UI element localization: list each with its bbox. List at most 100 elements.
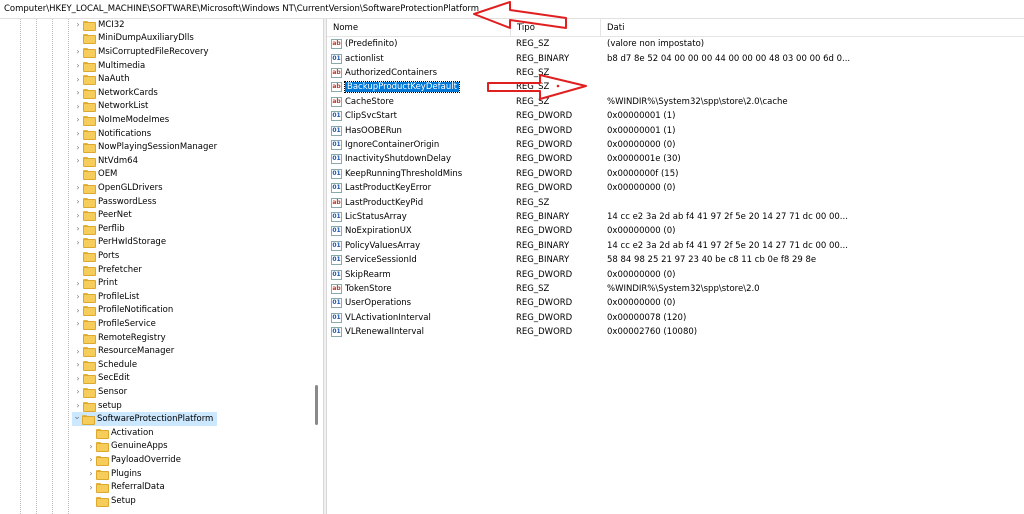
tree-item[interactable]: › ProfileNotification bbox=[73, 304, 173, 318]
tree-item[interactable]: › PayloadOverride bbox=[86, 453, 181, 467]
value-row[interactable]: 01 NoExpirationUX REG_DWORD 0x00000000 (0) bbox=[327, 224, 1024, 238]
tree-item[interactable]: › Sensor bbox=[73, 385, 127, 399]
registry-values-list[interactable]: Nome Tipo Dati ab (Predefinito) REG_SZ (val… bbox=[327, 19, 1024, 514]
chevron-right-icon[interactable]: › bbox=[73, 115, 83, 124]
value-row[interactable]: 01 InactivityShutdownDelay REG_DWORD 0x0000… bbox=[327, 152, 1024, 166]
tree-item[interactable]: MiniDumpAuxiliaryDlls bbox=[73, 32, 194, 46]
value-row[interactable]: 01 HasOOBERun REG_DWORD 0x00000001 (1) bbox=[327, 123, 1024, 137]
tree-item[interactable]: › MCI32 bbox=[73, 19, 125, 32]
value-row[interactable]: 01 UserOperations REG_DWORD 0x00000000 (0) bbox=[327, 296, 1024, 310]
tree-item[interactable]: › Perflib bbox=[73, 222, 125, 236]
chevron-right-icon[interactable]: › bbox=[73, 129, 83, 138]
tree-item[interactable]: › Schedule bbox=[73, 358, 137, 372]
value-name-cell[interactable]: 01 UserOperations bbox=[331, 296, 511, 310]
value-row[interactable]: 01 KeepRunningThresholdMins REG_DWORD 0x000… bbox=[327, 167, 1024, 181]
tree-item[interactable]: › setup bbox=[73, 399, 122, 413]
value-row[interactable]: 01 ServiceSessionId REG_BINARY 58 84 98 25 … bbox=[327, 253, 1024, 267]
tree-item[interactable]: › ReferralData bbox=[86, 480, 165, 494]
chevron-right-icon[interactable]: › bbox=[73, 387, 83, 396]
tree-item[interactable]: › ProfileService bbox=[73, 317, 156, 331]
tree-scrollbar[interactable] bbox=[313, 19, 321, 514]
tree-item[interactable]: › OpenGLDrivers bbox=[73, 181, 163, 195]
value-name-cell[interactable]: 01 LastProductKeyError bbox=[331, 181, 511, 195]
address-bar[interactable]: Computer\HKEY_LOCAL_MACHINE\SOFTWARE\Mic… bbox=[0, 0, 1024, 19]
address-path[interactable]: Computer\HKEY_LOCAL_MACHINE\SOFTWARE\Mic… bbox=[4, 4, 479, 14]
value-name-cell[interactable]: ab BackupProductKeyDefault bbox=[331, 80, 511, 94]
value-row[interactable]: 01 LicStatusArray REG_BINARY 14 cc e2 3a 2d… bbox=[327, 210, 1024, 224]
value-row[interactable]: 01 actionlist REG_BINARY b8 d7 8e 52 04 00 … bbox=[327, 51, 1024, 65]
tree-item[interactable]: ⌄ SoftwareProtectionPlatform bbox=[72, 412, 218, 426]
value-name-cell[interactable]: ab (Predefinito) bbox=[331, 37, 511, 51]
value-name-cell[interactable]: 01 SkipRearm bbox=[331, 267, 511, 281]
value-row[interactable]: 01 SkipRearm REG_DWORD 0x00000000 (0) bbox=[327, 267, 1024, 281]
value-row[interactable]: 01 IgnoreContainerOrigin REG_DWORD 0x000000… bbox=[327, 138, 1024, 152]
tree-item[interactable]: Prefetcher bbox=[73, 263, 142, 277]
chevron-down-icon[interactable]: ⌄ bbox=[72, 412, 82, 422]
tree-scrollbar-thumb[interactable] bbox=[315, 385, 318, 425]
chevron-right-icon[interactable]: › bbox=[73, 401, 83, 410]
value-row[interactable]: ab BackupProductKeyDefault REG_SZ bbox=[327, 80, 1024, 94]
tree-item[interactable]: › GenuineApps bbox=[86, 440, 168, 454]
value-row[interactable]: ab (Predefinito) REG_SZ (valore non imposta… bbox=[327, 37, 1024, 51]
tree-item[interactable]: › NoImeModeImes bbox=[73, 113, 169, 127]
chevron-right-icon[interactable]: › bbox=[73, 292, 83, 301]
chevron-right-icon[interactable]: › bbox=[73, 75, 83, 84]
value-name-cell[interactable]: 01 actionlist bbox=[331, 51, 511, 65]
value-name-cell[interactable]: 01 KeepRunningThresholdMins bbox=[331, 167, 511, 181]
chevron-right-icon[interactable]: › bbox=[73, 197, 83, 206]
value-row[interactable]: 01 VLRenewalInterval REG_DWORD 0x00002760 (… bbox=[327, 325, 1024, 339]
tree-item[interactable]: › SecEdit bbox=[73, 372, 130, 386]
tree-item[interactable]: Activation bbox=[86, 426, 154, 440]
value-name-cell[interactable]: 01 PolicyValuesArray bbox=[331, 239, 511, 253]
chevron-right-icon[interactable]: › bbox=[73, 102, 83, 111]
chevron-right-icon[interactable]: › bbox=[73, 306, 83, 315]
value-name-cell[interactable]: 01 NoExpirationUX bbox=[331, 224, 511, 238]
value-row[interactable]: ab LastProductKeyPid REG_SZ bbox=[327, 195, 1024, 209]
tree-item[interactable]: › Notifications bbox=[73, 127, 151, 141]
value-name-cell[interactable]: 01 LicStatusArray bbox=[331, 210, 511, 224]
value-name-cell[interactable]: 01 HasOOBERun bbox=[331, 123, 511, 137]
value-name-cell[interactable]: 01 ClipSvcStart bbox=[331, 109, 511, 123]
value-name-cell[interactable]: 01 VLActivationInterval bbox=[331, 311, 511, 325]
tree-item[interactable]: › MsiCorruptedFileRecovery bbox=[73, 45, 208, 59]
column-header-name[interactable]: Nome bbox=[327, 19, 511, 36]
chevron-right-icon[interactable]: › bbox=[73, 88, 83, 97]
tree-item[interactable]: RemoteRegistry bbox=[73, 331, 166, 345]
chevron-right-icon[interactable]: › bbox=[73, 374, 83, 383]
tree-item[interactable]: › NowPlayingSessionManager bbox=[73, 140, 217, 154]
tree-item[interactable]: OEM bbox=[73, 168, 117, 182]
value-row[interactable]: 01 LastProductKeyError REG_DWORD 0x00000000… bbox=[327, 181, 1024, 195]
column-header-data[interactable]: Dati bbox=[601, 19, 1024, 36]
tree-item[interactable]: › NaAuth bbox=[73, 72, 130, 86]
value-name-cell[interactable]: 01 IgnoreContainerOrigin bbox=[331, 138, 511, 152]
chevron-right-icon[interactable]: › bbox=[73, 47, 83, 56]
registry-key-tree[interactable]: › MCI32 MiniDumpAuxiliaryDlls › MsiCorrupted… bbox=[0, 19, 323, 514]
value-name-cell[interactable]: 01 ServiceSessionId bbox=[331, 253, 511, 267]
chevron-right-icon[interactable]: › bbox=[73, 61, 83, 70]
value-name-cell[interactable]: ab TokenStore bbox=[331, 282, 511, 296]
chevron-right-icon[interactable]: › bbox=[86, 483, 96, 492]
value-name-cell[interactable]: ab AuthorizedContainers bbox=[331, 66, 511, 80]
tree-item[interactable]: › PerHwIdStorage bbox=[73, 236, 166, 250]
tree-item[interactable]: › Print bbox=[73, 276, 118, 290]
tree-item[interactable]: Ports bbox=[73, 249, 119, 263]
tree-item[interactable]: › Multimedia bbox=[73, 59, 145, 73]
chevron-right-icon[interactable]: › bbox=[73, 238, 83, 247]
value-row[interactable]: 01 VLActivationInterval REG_DWORD 0x0000007… bbox=[327, 311, 1024, 325]
tree-item[interactable]: › PasswordLess bbox=[73, 195, 156, 209]
value-name-cell[interactable]: ab LastProductKeyPid bbox=[331, 195, 511, 209]
value-name-cell[interactable]: 01 InactivityShutdownDelay bbox=[331, 152, 511, 166]
value-row[interactable]: ab AuthorizedContainers REG_SZ bbox=[327, 66, 1024, 80]
chevron-right-icon[interactable]: › bbox=[73, 319, 83, 328]
tree-item[interactable]: › NetworkList bbox=[73, 100, 148, 114]
chevron-right-icon[interactable]: › bbox=[73, 279, 83, 288]
tree-item[interactable]: Setup bbox=[86, 494, 136, 508]
tree-item[interactable]: › ProfileList bbox=[73, 290, 139, 304]
tree-item[interactable]: › Plugins bbox=[86, 467, 141, 481]
tree-item[interactable]: › NtVdm64 bbox=[73, 154, 138, 168]
chevron-right-icon[interactable]: › bbox=[73, 156, 83, 165]
chevron-right-icon[interactable]: › bbox=[73, 20, 83, 29]
chevron-right-icon[interactable]: › bbox=[73, 143, 83, 152]
tree-item[interactable]: › ResourceManager bbox=[73, 344, 174, 358]
chevron-right-icon[interactable]: › bbox=[86, 469, 96, 478]
